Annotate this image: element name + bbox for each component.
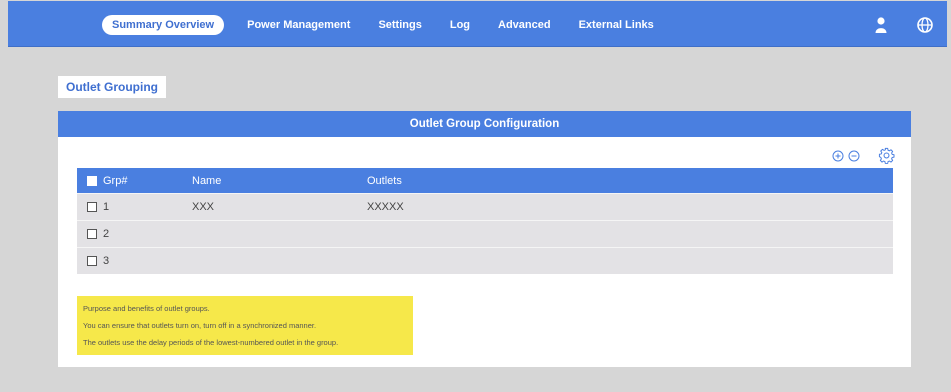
user-icon[interactable] — [872, 16, 890, 34]
table-row[interactable]: 1 XXX XXXXX — [77, 193, 893, 220]
nav-settings[interactable]: Settings — [369, 15, 430, 35]
row-checkbox[interactable] — [87, 256, 97, 266]
cell-name: XXX — [192, 201, 215, 213]
remove-circle-icon[interactable] — [848, 150, 860, 162]
cell-grp: 2 — [103, 228, 110, 240]
outlet-group-panel: Outlet Group Configuration Grp# Name Out… — [58, 111, 911, 367]
nav-summary-overview[interactable]: Summary Overview — [102, 15, 225, 35]
column-header-name[interactable]: Name — [192, 175, 221, 187]
cell-outlets: XXXXX — [367, 201, 404, 213]
nav-power-management[interactable]: Power Management — [238, 15, 359, 35]
note-line: Purpose and benefits of outlet groups. — [83, 304, 210, 313]
note-line: The outlets use the delay periods of the… — [83, 338, 339, 347]
nav-advanced[interactable]: Advanced — [489, 15, 560, 35]
gear-icon[interactable] — [878, 147, 895, 164]
info-note: Purpose and benefits of outlet groups. Y… — [77, 296, 413, 355]
outlet-group-table: Grp# Name Outlets 1 XXX XXXXX 2 3 — [77, 168, 893, 274]
cell-grp: 1 — [103, 201, 110, 213]
table-row[interactable]: 2 — [77, 220, 893, 247]
table-header: Grp# Name Outlets — [77, 168, 893, 193]
globe-icon[interactable] — [916, 16, 934, 34]
panel-title: Outlet Group Configuration — [58, 111, 911, 137]
panel-toolbar — [832, 147, 895, 164]
main-nav: Summary Overview Power Management Settin… — [102, 15, 663, 35]
nav-external-links[interactable]: External Links — [570, 15, 663, 35]
note-line: You can ensure that outlets turn on, tur… — [83, 321, 317, 330]
add-circle-icon[interactable] — [832, 150, 844, 162]
nav-log[interactable]: Log — [441, 15, 479, 35]
column-header-grp[interactable]: Grp# — [103, 175, 127, 187]
row-checkbox[interactable] — [87, 202, 97, 212]
column-header-outlets[interactable]: Outlets — [367, 175, 402, 187]
top-navigation-bar: Summary Overview Power Management Settin… — [8, 1, 947, 47]
cell-grp: 3 — [103, 255, 110, 267]
table-row[interactable]: 3 — [77, 247, 893, 274]
row-checkbox[interactable] — [87, 229, 97, 239]
select-all-checkbox[interactable] — [87, 175, 97, 186]
tab-outlet-grouping[interactable]: Outlet Grouping — [58, 76, 166, 98]
